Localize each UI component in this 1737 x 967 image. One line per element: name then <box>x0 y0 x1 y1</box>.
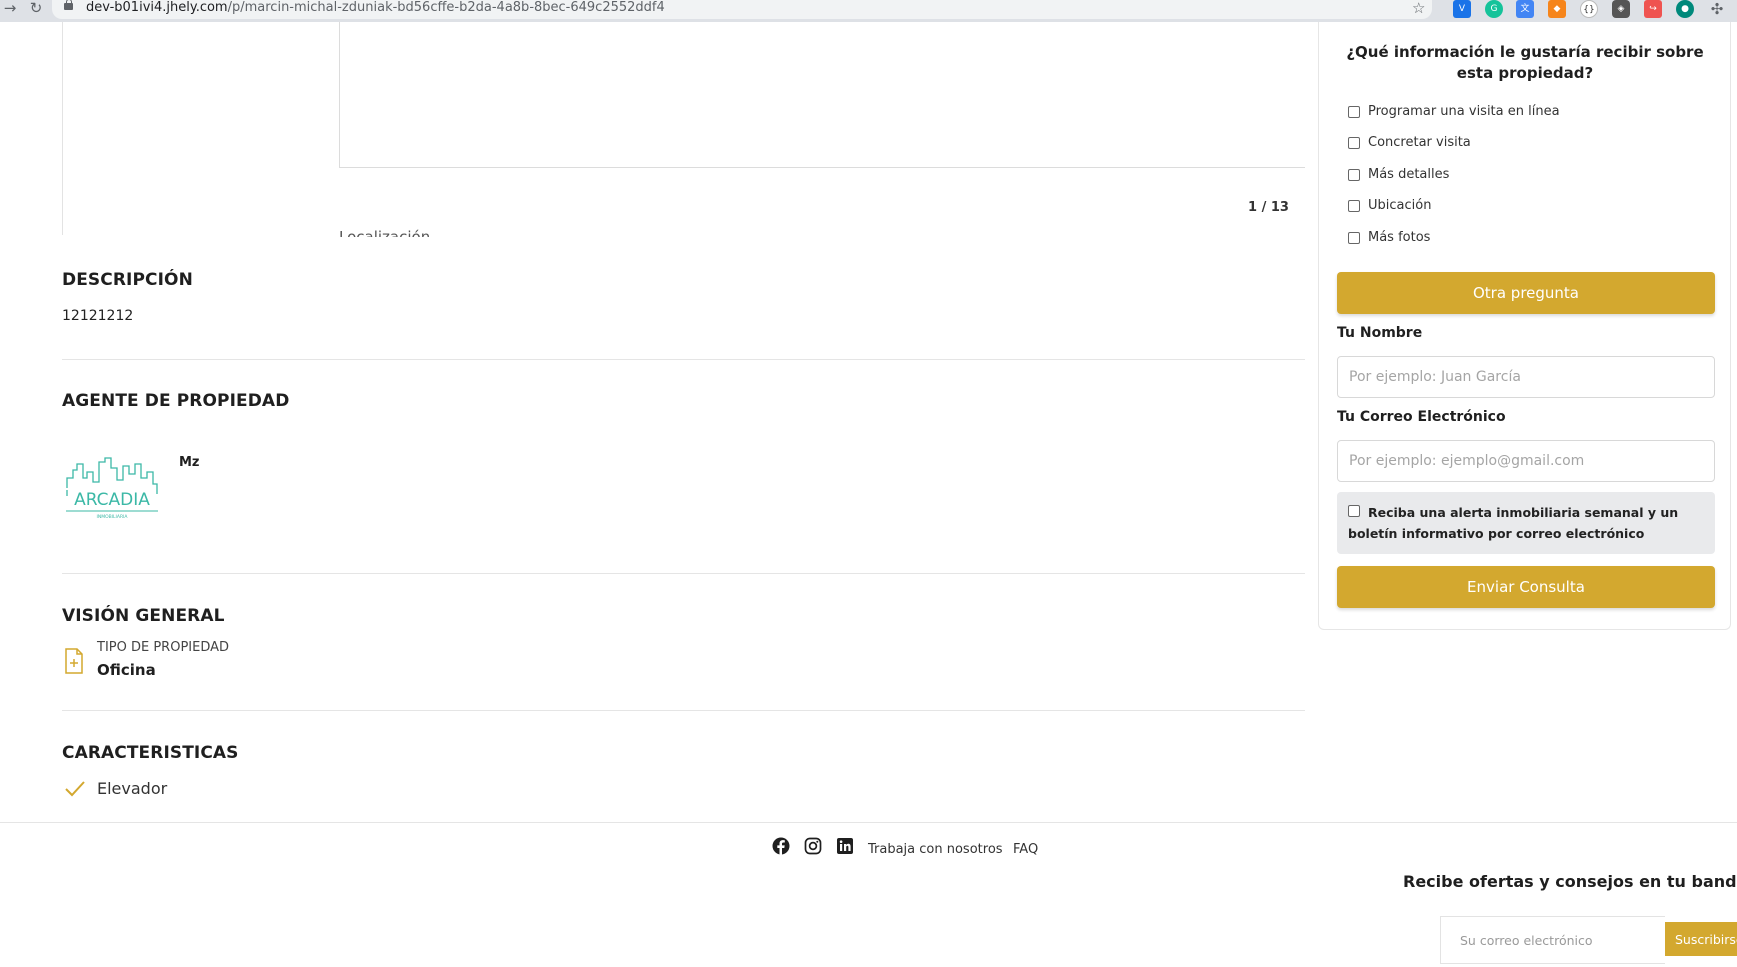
checkbox[interactable] <box>1348 105 1360 118</box>
subscribe-title: Recibe ofertas y consejos en tu bandeja … <box>1403 872 1737 891</box>
footer-link-careers[interactable]: Trabaja con nosotros <box>868 842 1003 857</box>
email-input[interactable] <box>1337 440 1715 482</box>
option-label: Programar una visita en línea <box>1368 104 1560 119</box>
other-question-button[interactable]: Otra pregunta <box>1337 272 1715 314</box>
option-label: Más fotos <box>1368 230 1431 245</box>
option-label: Ubicación <box>1368 198 1432 213</box>
facebook-icon[interactable] <box>772 837 790 855</box>
checkbox[interactable] <box>1348 136 1360 149</box>
check-icon <box>65 781 85 797</box>
agent-title: AGENTE DE PROPIEDAD <box>62 391 290 411</box>
address-bar[interactable]: dev-b01ivi4.jhely.com/p/marcin-michal-zd… <box>52 0 1432 19</box>
option-label: Concretar visita <box>1368 135 1471 150</box>
bookmark-star-icon[interactable]: ☆ <box>1412 0 1425 16</box>
email-label: Tu Correo Electrónico <box>1337 409 1506 425</box>
extension-v-icon[interactable]: V <box>1453 0 1471 18</box>
browser-toolbar: → ↻ dev-b01ivi4.jhely.com/p/marcin-micha… <box>0 0 1737 22</box>
name-label: Tu Nombre <box>1337 325 1423 341</box>
svg-text:ARCADIA: ARCADIA <box>74 490 150 510</box>
puzzle-icon[interactable]: ✣ <box>1708 0 1726 18</box>
name-input[interactable] <box>1337 356 1715 398</box>
checkbox[interactable] <box>1348 199 1360 212</box>
redirect-icon[interactable]: ↪ <box>1644 0 1662 18</box>
gallery-image-frame[interactable] <box>339 22 1305 168</box>
property-type-label: TIPO DE PROPIEDAD <box>97 640 230 655</box>
svg-text:INMOBILIARIA: INMOBILIARIA <box>97 514 129 520</box>
gallery-border <box>62 22 63 235</box>
metamask-icon[interactable]: ◆ <box>1548 0 1566 18</box>
footer-divider <box>0 822 1737 823</box>
option-schedule-visit[interactable]: Concretar visita <box>1348 135 1471 150</box>
newsletter-optin[interactable]: Reciba una alerta inmobiliaria semanal y… <box>1337 492 1715 554</box>
extension-circle-icon[interactable]: ● <box>1676 0 1694 18</box>
subscribe-button[interactable]: Suscribirse <box>1665 922 1737 956</box>
document-plus-icon <box>65 648 83 674</box>
shield-icon[interactable]: ◈ <box>1612 0 1630 18</box>
overview-title: VISIÓN GENERAL <box>62 606 225 626</box>
divider <box>62 359 1305 360</box>
translate-icon[interactable]: 文 <box>1516 0 1534 18</box>
property-type-value: Oficina <box>97 661 156 679</box>
option-more-photos[interactable]: Más fotos <box>1348 230 1430 245</box>
forward-icon[interactable]: → <box>0 0 20 18</box>
divider <box>62 710 1305 711</box>
description-text: 12121212 <box>62 308 134 324</box>
instagram-icon[interactable] <box>804 837 822 855</box>
lock-icon <box>64 0 73 10</box>
send-inquiry-button[interactable]: Enviar Consulta <box>1337 566 1715 608</box>
features-title: CARACTERISTICAS <box>62 743 239 763</box>
inquiry-form-card <box>1318 22 1731 630</box>
option-more-details[interactable]: Más detalles <box>1348 167 1449 182</box>
json-viewer-icon[interactable]: {} <box>1580 0 1598 18</box>
divider <box>62 573 1305 574</box>
grammarly-icon[interactable]: G <box>1485 0 1503 18</box>
url-text: dev-b01ivi4.jhely.com/p/marcin-michal-zd… <box>86 0 665 15</box>
agent-name[interactable]: Mz <box>179 455 200 470</box>
checkbox[interactable] <box>1348 231 1360 244</box>
description-title: DESCRIPCIÓN <box>62 270 193 290</box>
gallery-counter: 1 / 13 <box>1248 200 1289 215</box>
subscribe-email-input[interactable] <box>1440 916 1665 964</box>
footer-link-faq[interactable]: FAQ <box>1013 842 1038 857</box>
option-online-visit[interactable]: Programar una visita en línea <box>1348 104 1560 119</box>
feature-item: Elevador <box>97 779 168 798</box>
agent-logo: ARCADIA INMOBILIARIA <box>64 456 160 522</box>
option-location[interactable]: Ubicación <box>1348 198 1431 213</box>
option-label: Más detalles <box>1368 167 1450 182</box>
form-question: ¿Qué información le gustaría recibir sob… <box>1346 43 1704 82</box>
reload-icon[interactable]: ↻ <box>26 0 46 18</box>
newsletter-text: Reciba una alerta inmobiliaria semanal y… <box>1348 505 1679 541</box>
checkbox[interactable] <box>1348 168 1360 181</box>
location-tab-label[interactable]: Localización <box>339 228 430 237</box>
linkedin-icon[interactable] <box>836 837 854 855</box>
arcadia-logo-icon: ARCADIA INMOBILIARIA <box>66 457 158 520</box>
newsletter-checkbox[interactable] <box>1348 505 1360 517</box>
